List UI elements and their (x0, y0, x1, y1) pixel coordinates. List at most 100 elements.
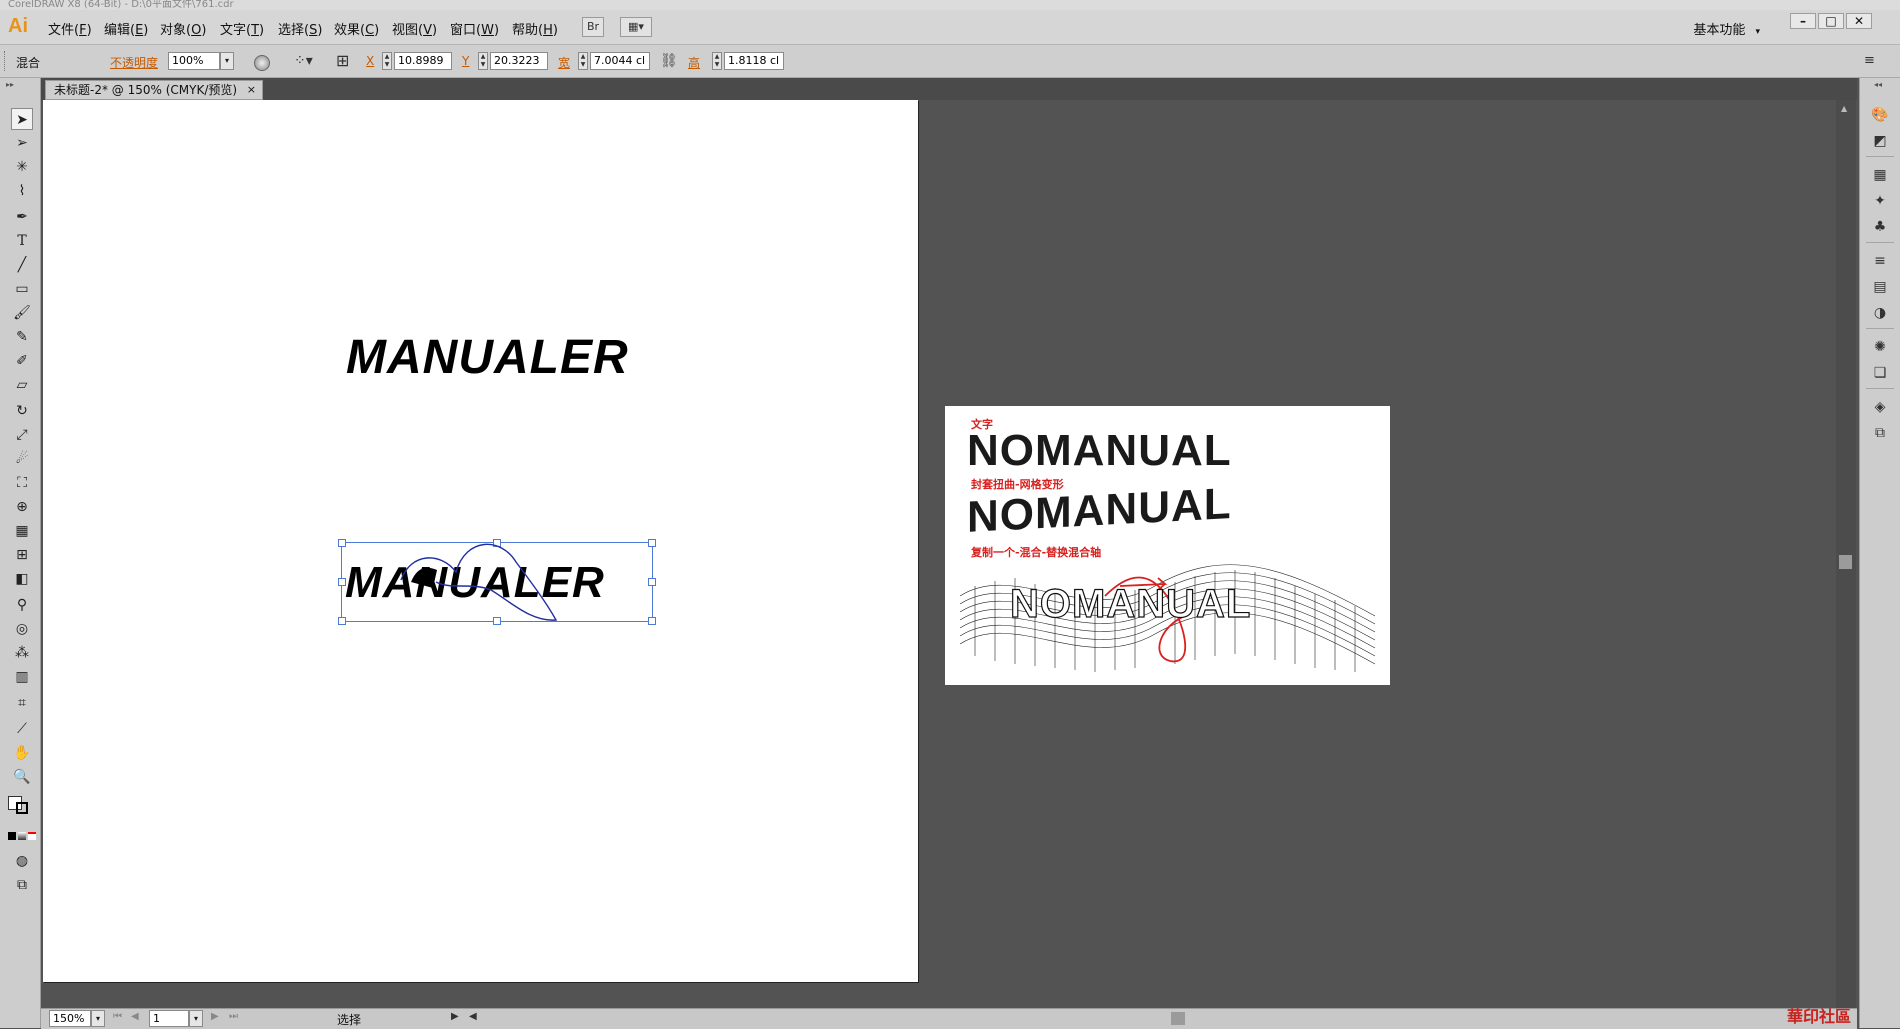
horizontal-scroll-thumb[interactable] (1171, 1012, 1185, 1025)
stroke-panel-icon[interactable]: ≡ (1868, 250, 1892, 272)
artboard-number-field[interactable]: 1 (149, 1010, 189, 1027)
hand-tool-icon[interactable]: ✋ (11, 742, 33, 764)
height-stepper-icon[interactable]: ▲ ▼ (712, 52, 722, 70)
x-stepper-icon[interactable]: ▲ ▼ (382, 52, 392, 70)
minimize-button[interactable]: – (1790, 13, 1816, 29)
color-mode-icon[interactable] (8, 832, 16, 840)
none-mode-icon[interactable] (28, 832, 36, 840)
first-artboard-icon[interactable]: ⏮ (113, 1011, 122, 1022)
height-field[interactable]: 1.8118 cl (724, 52, 784, 70)
recolor-icon[interactable] (254, 55, 270, 71)
direct-selection-tool-icon[interactable]: ➢ (11, 132, 33, 154)
workspace-switcher[interactable]: 基本功能 ▾ (1693, 19, 1760, 38)
y-stepper-icon[interactable]: ▲ ▼ (478, 52, 488, 70)
close-button[interactable]: ✕ (1846, 13, 1872, 29)
menu-item[interactable]: 帮助(H) (512, 19, 558, 38)
symbols-panel-icon[interactable]: ♣ (1868, 216, 1892, 238)
panel-grip[interactable] (4, 51, 8, 71)
screen-mode-icon[interactable]: ⧉ (11, 874, 33, 896)
menu-item[interactable]: 文件(F) (48, 19, 92, 38)
gradient-tool-icon[interactable]: ◧ (11, 568, 33, 590)
type-tool-icon[interactable]: T (11, 230, 33, 252)
free-transform-tool-icon[interactable]: ⛶ (11, 472, 33, 494)
eyedropper-tool-icon[interactable]: ⚲ (11, 594, 33, 616)
zoom-tool-icon[interactable]: 🔍 (11, 766, 33, 788)
constrain-proportions-icon[interactable]: ⛓ (660, 53, 678, 69)
vertical-scrollbar[interactable]: ▲ (1836, 100, 1856, 1008)
warp-tool-icon[interactable]: ☄ (11, 448, 33, 470)
pencil-tool-icon[interactable]: ✎ (11, 326, 33, 348)
width-field[interactable]: 7.0044 cl (590, 52, 650, 70)
slice-tool-icon[interactable]: ⟋ (11, 718, 33, 740)
restore-button[interactable]: □ (1818, 13, 1844, 29)
menu-item[interactable]: 窗口(W) (450, 19, 499, 38)
align-grid-icon[interactable]: ⊞ (336, 51, 349, 70)
arrange-documents-icon[interactable]: ▦▾ (620, 17, 652, 37)
swatches-panel-icon[interactable]: ▦ (1868, 164, 1892, 186)
paintbrush-tool-icon[interactable]: 🖌 (11, 302, 33, 324)
scroll-thumb[interactable] (1839, 555, 1852, 569)
zoom-dropdown-icon[interactable]: ▾ (91, 1010, 105, 1027)
x-label[interactable]: X (366, 54, 374, 68)
collapse-panel-icon[interactable]: ▸▸ (6, 80, 14, 89)
color-panel-icon[interactable]: 🎨 (1868, 104, 1892, 126)
symbol-sprayer-tool-icon[interactable]: ⁂ (11, 642, 33, 664)
previous-artboard-icon[interactable]: ◀ (131, 1011, 139, 1022)
appearance-panel-icon[interactable]: ✺ (1868, 336, 1892, 358)
gradient-panel-icon[interactable]: ▤ (1868, 276, 1892, 298)
blob-brush-tool-icon[interactable]: ✐ (11, 350, 33, 372)
opacity-dropdown-icon[interactable]: ▾ (220, 52, 234, 70)
bridge-icon[interactable]: Br (582, 17, 604, 37)
opacity-field[interactable]: 100% (168, 52, 220, 70)
gradient-mode-icon[interactable] (18, 832, 26, 840)
menu-item[interactable]: 视图(V) (392, 19, 437, 38)
artboard-dropdown-icon[interactable]: ▾ (189, 1010, 203, 1027)
selection-tool-icon[interactable]: ➤ (11, 108, 33, 130)
expand-panels-icon[interactable]: ◂◂ (1874, 80, 1882, 89)
magic-wand-tool-icon[interactable]: ✳ (11, 156, 33, 178)
pen-tool-icon[interactable]: ✒ (11, 206, 33, 228)
y-field[interactable]: 20.3223 (490, 52, 548, 70)
scale-tool-icon[interactable]: ⤢ (11, 424, 33, 446)
artboards-panel-icon[interactable]: ⧉ (1868, 422, 1892, 444)
stroke-swatch-icon[interactable] (16, 802, 28, 814)
panel-menu-icon[interactable]: ≡ (1864, 53, 1875, 68)
blend-object[interactable]: MANUALER (338, 539, 656, 625)
opacity-label[interactable]: 不透明度 (110, 54, 158, 71)
blend-tool-icon[interactable]: ◎ (11, 618, 33, 640)
document-tab[interactable]: 未标题-2* @ 150% (CMYK/预览) × (45, 80, 263, 100)
menu-item[interactable]: 编辑(E) (104, 19, 148, 38)
height-label[interactable]: 高 (688, 54, 700, 71)
line-tool-icon[interactable]: ╱ (11, 254, 33, 276)
width-stepper-icon[interactable]: ▲ ▼ (578, 52, 588, 70)
menu-item[interactable]: 效果(C) (334, 19, 379, 38)
menu-item[interactable]: 对象(O) (160, 19, 206, 38)
brushes-panel-icon[interactable]: ✦ (1868, 190, 1892, 212)
artboard[interactable]: MANUALER MANUALER (43, 100, 918, 982)
scroll-up-icon[interactable]: ▲ (1841, 104, 1847, 113)
menu-item[interactable]: 选择(S) (278, 19, 322, 38)
last-artboard-icon[interactable]: ⏭ (229, 1011, 238, 1022)
transparency-panel-icon[interactable]: ◑ (1868, 302, 1892, 324)
column-graph-tool-icon[interactable]: ▥ (11, 666, 33, 688)
y-label[interactable]: Y (462, 54, 469, 68)
artboard-tool-icon[interactable]: ⌗ (11, 692, 33, 714)
graphic-styles-panel-icon[interactable]: ❏ (1868, 362, 1892, 384)
layers-panel-icon[interactable]: ◈ (1868, 396, 1892, 418)
lasso-tool-icon[interactable]: ⌇ (11, 180, 33, 202)
next-artboard-icon[interactable]: ▶ (211, 1011, 219, 1022)
perspective-grid-tool-icon[interactable]: ▦ (11, 520, 33, 542)
width-label[interactable]: 宽 (558, 54, 570, 71)
manualer-text-object[interactable]: MANUALER (346, 330, 629, 385)
menu-item[interactable]: 文字(T) (220, 19, 264, 38)
reference-point-icon[interactable]: ⁘▾ (294, 53, 313, 69)
zoom-field[interactable]: 150% (49, 1010, 91, 1027)
status-menu-icon[interactable]: ▶ (451, 1011, 459, 1022)
rectangle-tool-icon[interactable]: ▭ (11, 278, 33, 300)
rotate-tool-icon[interactable]: ↻ (11, 400, 33, 422)
x-field[interactable]: 10.8989 (394, 52, 452, 70)
scroll-left-icon[interactable]: ◀ (469, 1011, 477, 1022)
reference-image[interactable]: 文字 NOMANUAL 封套扭曲-网格变形 NOMANUAL 复制一个-混合-替… (945, 406, 1390, 685)
eraser-tool-icon[interactable]: ▱ (11, 374, 33, 396)
shape-builder-tool-icon[interactable]: ⊕ (11, 496, 33, 518)
